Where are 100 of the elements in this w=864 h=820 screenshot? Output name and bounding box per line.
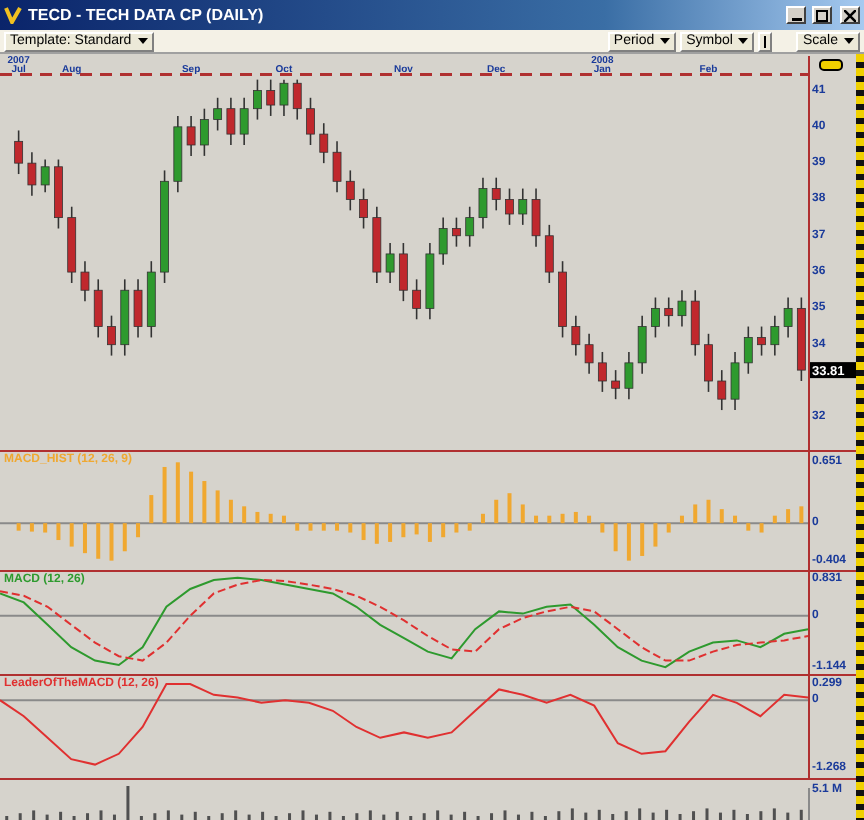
candlestick [266,78,276,117]
histogram-bar [69,523,74,547]
histogram-bar [16,523,21,531]
histogram-bar [719,509,724,524]
histogram-bar [335,523,340,531]
histogram-bar [587,515,592,524]
candlestick [611,369,621,400]
histogram-bar [640,523,645,556]
price-tag-icon [819,59,843,71]
candlestick [332,140,342,193]
histogram-bar [706,499,711,524]
histogram-bar [202,481,207,524]
candlestick [107,314,116,357]
histogram-bar [467,523,472,531]
candlestick [637,314,647,375]
candlestick [319,122,329,164]
histogram-bar [573,511,578,524]
histogram-bar [480,513,485,524]
histogram-bar [96,523,101,559]
candlestick [531,187,541,248]
candlestick [372,205,382,284]
candlestick [571,314,581,357]
candlestick [213,97,223,132]
histogram-bar [308,523,313,531]
histogram-bar [414,523,419,535]
candlestick [757,325,766,357]
histogram-bar [295,523,300,531]
candlestick [478,176,488,230]
caret-icon [844,38,854,44]
histogram-bar [454,523,459,533]
candlestick [412,278,422,321]
histogram-bar [507,493,512,524]
candlestick [425,242,435,321]
caret-icon [660,38,671,44]
histogram-bar [427,523,432,542]
caret-icon [738,38,749,44]
histogram-bar [162,467,167,524]
candlestick [398,242,408,302]
histogram-bar [693,504,698,524]
close-icon [844,9,856,21]
histogram-bar [759,523,764,533]
candlestick [173,115,183,193]
histogram-bar [560,513,565,524]
histogram-bar [534,515,539,524]
candlestick [491,176,501,212]
candlestick [239,97,249,146]
candlestick [651,296,660,339]
app-logo-icon [4,6,22,24]
histogram-bar [626,523,631,561]
histogram-bar [321,523,326,531]
histogram-bar [109,523,114,561]
histogram-bar [746,523,751,531]
histogram-bar [733,515,738,524]
candlestick [690,289,700,357]
candlestick [160,169,169,284]
histogram-bar [242,506,247,524]
histogram-bar [666,523,671,533]
candlestick [385,242,395,284]
histogram-bar [29,523,34,532]
histogram-bar [268,513,273,524]
candlestick [544,224,554,284]
candlestick [93,278,103,339]
candlestick [717,369,727,411]
caret-icon [137,38,148,44]
candlestick [306,97,315,146]
histogram-bar [799,506,804,524]
candlestick [279,78,289,117]
histogram-bar [374,523,379,544]
candlestick [345,169,355,212]
candlestick [584,333,594,375]
toolbar-button[interactable] [758,31,773,51]
candlestick [120,278,130,357]
maximize-icon [816,9,828,21]
candlestick [14,129,24,175]
maximize-button[interactable] [812,6,832,24]
candlestick [624,351,634,400]
histogram-bar [136,523,141,538]
histogram-bar [520,504,525,524]
candlestick [54,158,63,230]
minimize-button[interactable] [786,6,806,24]
candlestick [80,260,90,302]
candlestick [770,314,780,357]
candlestick [558,260,567,339]
candlestick [796,296,806,382]
candlestick [226,97,236,146]
histogram-bar [149,495,154,524]
histogram-bar [772,515,777,524]
candlestick [67,205,77,284]
histogram-bar [255,511,260,524]
candlestick [292,78,302,121]
histogram-bar [613,523,618,552]
histogram-bar [56,523,61,541]
close-button[interactable] [840,6,860,24]
candlestick [359,187,368,230]
histogram-bar [175,462,180,524]
histogram-bar [122,523,127,552]
histogram-bar [215,490,220,524]
candlestick [253,78,262,121]
candlestick [40,158,50,193]
histogram-bar [281,515,286,524]
